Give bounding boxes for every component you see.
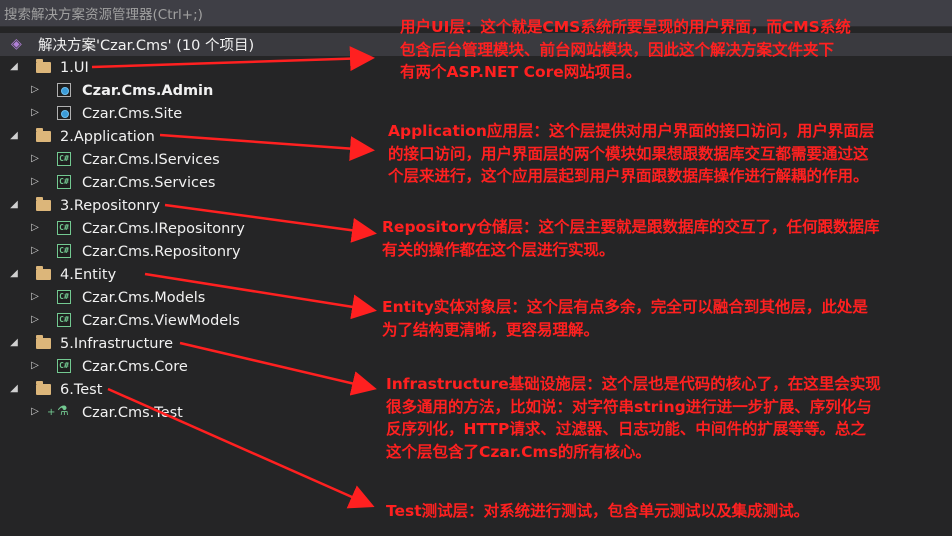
expanded-arrow-icon[interactable]: ◢ <box>9 61 19 73</box>
project-label: Czar.Cms.Models <box>82 289 206 306</box>
csharp-project-icon: C# <box>57 244 71 258</box>
folder-node[interactable]: ◢ 3.Repositonry <box>0 194 380 217</box>
project-label: Czar.Cms.ViewModels <box>82 312 240 329</box>
csharp-project-icon: C# <box>57 152 71 166</box>
project-node[interactable]: ▷ C# Czar.Cms.Models <box>0 286 380 309</box>
solution-label: 解决方案'Czar.Cms' (10 个项目) <box>38 38 255 54</box>
expanded-arrow-icon[interactable]: ◢ <box>9 268 19 280</box>
search-input[interactable]: 搜索解决方案资源管理器(Ctrl+;) <box>0 0 952 27</box>
collapsed-arrow-icon[interactable]: ▷ <box>30 360 40 372</box>
collapsed-arrow-icon[interactable]: ▷ <box>30 314 40 326</box>
folder-icon <box>36 266 51 280</box>
folder-node[interactable]: ◢ 1.UI <box>0 56 380 79</box>
expanded-arrow-icon[interactable]: ◢ <box>9 383 19 395</box>
project-node[interactable]: ▷ C# Czar.Cms.ViewModels <box>0 309 380 332</box>
plus-icon: + <box>47 407 56 418</box>
project-label: Czar.Cms.Repositonry <box>82 243 241 260</box>
collapsed-arrow-icon[interactable]: ▷ <box>30 291 40 303</box>
project-node[interactable]: ▷ C# Czar.Cms.IRepositonry <box>0 217 380 240</box>
folder-label: 4.Entity <box>60 266 117 283</box>
folder-node[interactable]: ◢ 6.Test <box>0 378 380 401</box>
project-label: Czar.Cms.Site <box>82 105 183 122</box>
folder-node[interactable]: ◢ 5.Infrastructure <box>0 332 380 355</box>
project-label: Czar.Cms.Test <box>82 404 183 421</box>
project-label: Czar.Cms.IRepositonry <box>82 220 245 237</box>
folder-icon <box>36 335 51 349</box>
csharp-project-icon: C# <box>57 221 71 235</box>
project-label: Czar.Cms.Admin <box>82 82 214 99</box>
csharp-project-icon: C# <box>57 359 71 373</box>
collapsed-arrow-icon[interactable]: ▷ <box>30 153 40 165</box>
folder-icon <box>36 59 51 73</box>
folder-label: 3.Repositonry <box>60 197 161 214</box>
csharp-project-icon: C# <box>57 290 71 304</box>
project-node[interactable]: ▷ C# Czar.Cms.Core <box>0 355 380 378</box>
expanded-arrow-icon[interactable]: ◢ <box>9 199 19 211</box>
project-label: Czar.Cms.Core <box>82 358 188 375</box>
web-project-icon <box>57 106 71 120</box>
project-node[interactable]: ▷ Czar.Cms.Admin <box>0 79 380 102</box>
collapsed-arrow-icon[interactable]: ▷ <box>30 222 40 234</box>
solution-icon: ◈ <box>11 36 22 52</box>
folder-label: 2.Application <box>60 128 155 145</box>
test-project-icon: ⚗ <box>57 404 69 419</box>
folder-icon <box>36 381 51 395</box>
folder-icon <box>36 197 51 211</box>
solution-explorer-tree: ◈ 解决方案'Czar.Cms' (10 个项目) ◢ 1.UI ▷ Czar.Cms… <box>0 27 952 536</box>
collapsed-arrow-icon[interactable]: ▷ <box>30 176 40 188</box>
expanded-arrow-icon[interactable]: ◢ <box>9 130 19 142</box>
folder-label: 6.Test <box>60 381 103 398</box>
collapsed-arrow-icon[interactable]: ▷ <box>30 107 40 119</box>
folder-node[interactable]: ◢ 2.Application <box>0 125 380 148</box>
csharp-project-icon: C# <box>57 175 71 189</box>
folder-node[interactable]: ◢ 4.Entity <box>0 263 380 286</box>
csharp-project-icon: C# <box>57 313 71 327</box>
collapsed-arrow-icon[interactable]: ▷ <box>30 245 40 257</box>
expanded-arrow-icon[interactable]: ◢ <box>9 337 19 349</box>
project-node[interactable]: + ▷ ⚗ Czar.Cms.Test <box>0 401 380 424</box>
project-node[interactable]: ▷ C# Czar.Cms.Services <box>0 171 380 194</box>
folder-label: 1.UI <box>60 59 89 76</box>
project-node[interactable]: ▷ C# Czar.Cms.IServices <box>0 148 380 171</box>
solution-node[interactable]: ◈ 解决方案'Czar.Cms' (10 个项目) <box>0 33 952 56</box>
project-node[interactable]: ▷ Czar.Cms.Site <box>0 102 380 125</box>
project-node[interactable]: ▷ C# Czar.Cms.Repositonry <box>0 240 380 263</box>
project-label: Czar.Cms.IServices <box>82 151 220 168</box>
folder-label: 5.Infrastructure <box>60 335 174 352</box>
folder-icon <box>36 128 51 142</box>
collapsed-arrow-icon[interactable]: ▷ <box>30 406 40 418</box>
project-label: Czar.Cms.Services <box>82 174 216 191</box>
web-project-icon <box>57 83 71 97</box>
collapsed-arrow-icon[interactable]: ▷ <box>30 84 40 96</box>
